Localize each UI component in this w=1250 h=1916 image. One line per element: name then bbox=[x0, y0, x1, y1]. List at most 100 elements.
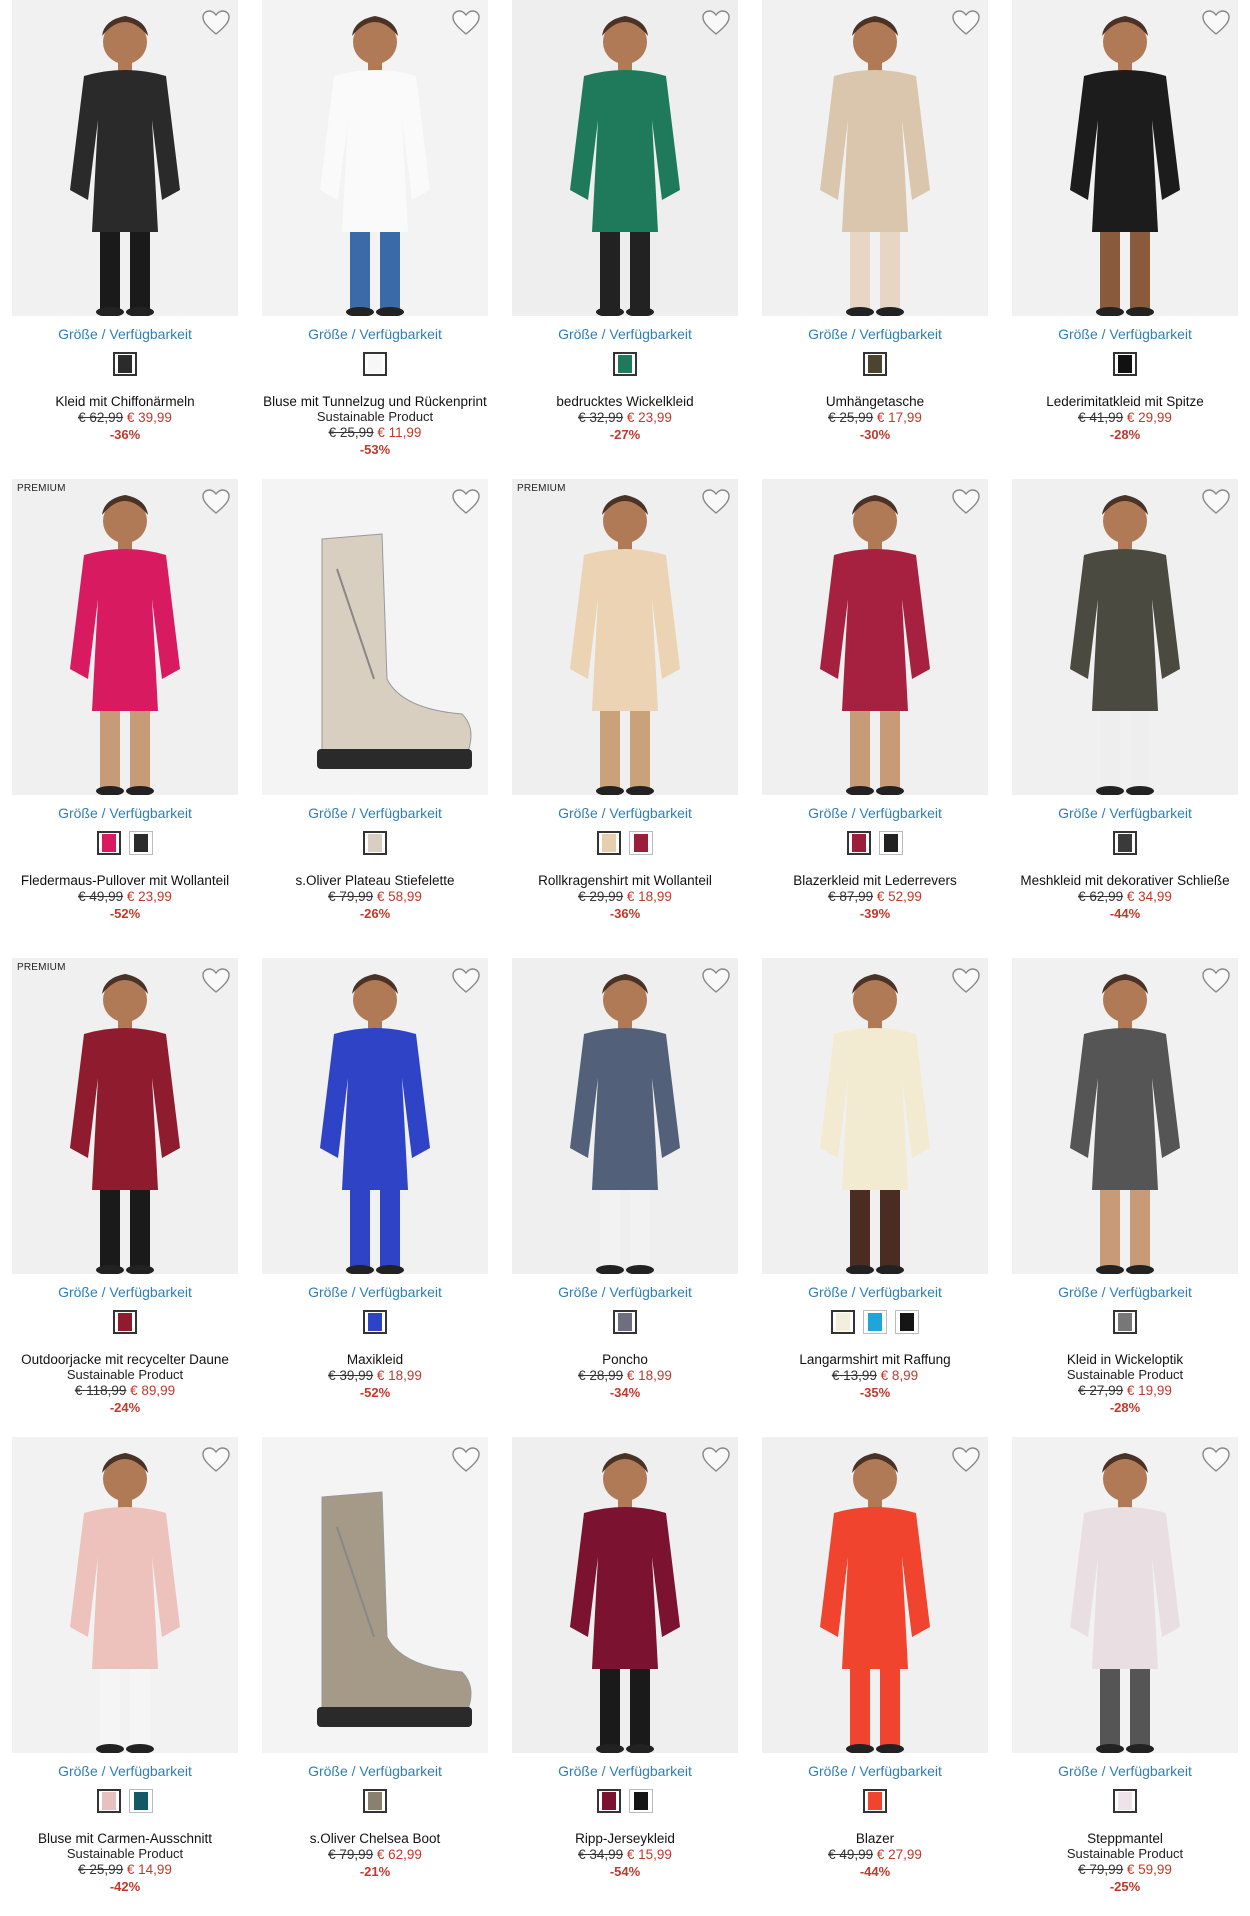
wishlist-heart-icon[interactable] bbox=[952, 10, 980, 36]
product-card[interactable]: Größe / Verfügbarkeit Ripp-Jerseykleid € 3… bbox=[512, 1437, 738, 1905]
product-image[interactable] bbox=[1012, 479, 1238, 795]
size-availability-link[interactable]: Größe / Verfügbarkeit bbox=[12, 1763, 238, 1779]
wishlist-heart-icon[interactable] bbox=[1202, 489, 1230, 515]
wishlist-heart-icon[interactable] bbox=[202, 968, 230, 994]
product-image[interactable] bbox=[1012, 958, 1238, 1274]
wishlist-heart-icon[interactable] bbox=[452, 1447, 480, 1473]
color-swatch[interactable] bbox=[363, 1789, 387, 1813]
color-swatch[interactable] bbox=[129, 1789, 153, 1813]
product-image[interactable] bbox=[262, 958, 488, 1274]
product-image[interactable] bbox=[12, 1437, 238, 1753]
wishlist-heart-icon[interactable] bbox=[702, 489, 730, 515]
product-name[interactable]: Ripp-Jerseykleid bbox=[512, 1831, 738, 1846]
size-availability-link[interactable]: Größe / Verfügbarkeit bbox=[1012, 1284, 1238, 1300]
product-info[interactable]: Umhängetasche € 25,99 € 17,99 -30% bbox=[762, 394, 988, 442]
product-name[interactable]: Blazerkleid mit Lederrevers bbox=[762, 873, 988, 888]
color-swatch[interactable] bbox=[97, 1789, 121, 1813]
product-card[interactable]: Größe / Verfügbarkeit Blazerkleid mit Led… bbox=[762, 479, 988, 947]
size-availability-link[interactable]: Größe / Verfügbarkeit bbox=[12, 1284, 238, 1300]
color-swatch[interactable] bbox=[629, 1789, 653, 1813]
product-name[interactable]: bedrucktes Wickelkleid bbox=[512, 394, 738, 409]
color-swatch[interactable] bbox=[895, 1310, 919, 1334]
wishlist-heart-icon[interactable] bbox=[1202, 1447, 1230, 1473]
product-image[interactable] bbox=[762, 479, 988, 795]
product-name[interactable]: Blazer bbox=[762, 1831, 988, 1846]
wishlist-heart-icon[interactable] bbox=[452, 489, 480, 515]
size-availability-link[interactable]: Größe / Verfügbarkeit bbox=[762, 326, 988, 342]
color-swatch[interactable] bbox=[863, 1310, 887, 1334]
product-image[interactable] bbox=[512, 479, 738, 795]
product-image[interactable] bbox=[762, 1437, 988, 1753]
color-swatch[interactable] bbox=[1113, 1789, 1137, 1813]
size-availability-link[interactable]: Größe / Verfügbarkeit bbox=[512, 326, 738, 342]
product-card[interactable]: Größe / Verfügbarkeit Kleid in Wickelopti… bbox=[1012, 958, 1238, 1426]
product-card[interactable]: Größe / Verfügbarkeit Bluse mit Carmen-Au… bbox=[12, 1437, 238, 1905]
wishlist-heart-icon[interactable] bbox=[952, 489, 980, 515]
color-swatch[interactable] bbox=[863, 352, 887, 376]
color-swatch[interactable] bbox=[113, 352, 137, 376]
product-name[interactable]: Meshkleid mit dekorativer Schließe bbox=[1012, 873, 1238, 888]
color-swatch[interactable] bbox=[363, 352, 387, 376]
product-card[interactable]: Größe / Verfügbarkeit s.Oliver Plateau St… bbox=[262, 479, 488, 947]
product-info[interactable]: Lederimitatkleid mit Spitze € 41,99 € 29,… bbox=[1012, 394, 1238, 442]
product-card[interactable]: Größe / Verfügbarkeit Maxikleid € 39,99 € … bbox=[262, 958, 488, 1426]
product-name[interactable]: s.Oliver Chelsea Boot bbox=[262, 1831, 488, 1846]
product-card[interactable]: Größe / Verfügbarkeit Langarmshirt mit Ra… bbox=[762, 958, 988, 1426]
size-availability-link[interactable]: Größe / Verfügbarkeit bbox=[512, 1284, 738, 1300]
size-availability-link[interactable]: Größe / Verfügbarkeit bbox=[1012, 1763, 1238, 1779]
wishlist-heart-icon[interactable] bbox=[702, 968, 730, 994]
product-card[interactable]: Größe / Verfügbarkeit bedrucktes Wickelkl… bbox=[512, 0, 738, 468]
product-card[interactable]: Größe / Verfügbarkeit s.Oliver Chelsea Bo… bbox=[262, 1437, 488, 1905]
product-name[interactable]: Maxikleid bbox=[262, 1352, 488, 1367]
product-name[interactable]: s.Oliver Plateau Stiefelette bbox=[262, 873, 488, 888]
color-swatch[interactable] bbox=[363, 1310, 387, 1334]
product-name[interactable]: Steppmantel bbox=[1012, 1831, 1238, 1846]
product-name[interactable]: Bluse mit Tunnelzug und Rückenprint bbox=[262, 394, 488, 409]
product-card[interactable]: PREMIUM Größe / Verfügbarkeit Rollkragensh… bbox=[512, 479, 738, 947]
color-swatch[interactable] bbox=[613, 1310, 637, 1334]
product-info[interactable]: Ripp-Jerseykleid € 34,99 € 15,99 -54% bbox=[512, 1831, 738, 1879]
product-card[interactable]: Größe / Verfügbarkeit Umhängetasche € 25,9… bbox=[762, 0, 988, 468]
color-swatch[interactable] bbox=[863, 1789, 887, 1813]
product-name[interactable]: Outdoorjacke mit recycelter Daune bbox=[12, 1352, 238, 1367]
wishlist-heart-icon[interactable] bbox=[952, 1447, 980, 1473]
product-image[interactable] bbox=[12, 479, 238, 795]
size-availability-link[interactable]: Größe / Verfügbarkeit bbox=[1012, 805, 1238, 821]
wishlist-heart-icon[interactable] bbox=[702, 1447, 730, 1473]
size-availability-link[interactable]: Größe / Verfügbarkeit bbox=[262, 1284, 488, 1300]
product-info[interactable]: Meshkleid mit dekorativer Schließe € 62,9… bbox=[1012, 873, 1238, 921]
product-card[interactable]: Größe / Verfügbarkeit Meshkleid mit dekor… bbox=[1012, 479, 1238, 947]
product-info[interactable]: s.Oliver Plateau Stiefelette € 79,99 € 58… bbox=[262, 873, 488, 921]
product-info[interactable]: Blazerkleid mit Lederrevers € 87,99 € 52,… bbox=[762, 873, 988, 921]
product-image[interactable] bbox=[512, 0, 738, 316]
product-name[interactable]: Fledermaus-Pullover mit Wollanteil bbox=[12, 873, 238, 888]
product-image[interactable] bbox=[1012, 1437, 1238, 1753]
product-info[interactable]: bedrucktes Wickelkleid € 32,99 € 23,99 -27… bbox=[512, 394, 738, 442]
product-image[interactable] bbox=[262, 0, 488, 316]
product-info[interactable]: s.Oliver Chelsea Boot € 79,99 € 62,99 -21% bbox=[262, 1831, 488, 1879]
color-swatch[interactable] bbox=[613, 352, 637, 376]
product-image[interactable] bbox=[512, 958, 738, 1274]
color-swatch[interactable] bbox=[831, 1310, 855, 1334]
product-image[interactable] bbox=[262, 479, 488, 795]
wishlist-heart-icon[interactable] bbox=[952, 968, 980, 994]
color-swatch[interactable] bbox=[113, 1310, 137, 1334]
color-swatch[interactable] bbox=[1113, 831, 1137, 855]
wishlist-heart-icon[interactable] bbox=[1202, 10, 1230, 36]
product-name[interactable]: Lederimitatkleid mit Spitze bbox=[1012, 394, 1238, 409]
size-availability-link[interactable]: Größe / Verfügbarkeit bbox=[1012, 326, 1238, 342]
color-swatch[interactable] bbox=[879, 831, 903, 855]
product-name[interactable]: Langarmshirt mit Raffung bbox=[762, 1352, 988, 1367]
product-name[interactable]: Rollkragenshirt mit Wollanteil bbox=[512, 873, 738, 888]
product-image[interactable] bbox=[1012, 0, 1238, 316]
product-info[interactable]: Bluse mit Tunnelzug und Rückenprint Susta… bbox=[262, 394, 488, 457]
product-info[interactable]: Kleid mit Chiffonärmeln € 62,99 € 39,99 -3… bbox=[12, 394, 238, 442]
product-name[interactable]: Kleid mit Chiffonärmeln bbox=[12, 394, 238, 409]
color-swatch[interactable] bbox=[129, 831, 153, 855]
color-swatch[interactable] bbox=[629, 831, 653, 855]
wishlist-heart-icon[interactable] bbox=[702, 10, 730, 36]
color-swatch[interactable] bbox=[1113, 352, 1137, 376]
product-image[interactable] bbox=[12, 958, 238, 1274]
size-availability-link[interactable]: Größe / Verfügbarkeit bbox=[762, 1284, 988, 1300]
product-card[interactable]: Größe / Verfügbarkeit Kleid mit Chiffonär… bbox=[12, 0, 238, 468]
